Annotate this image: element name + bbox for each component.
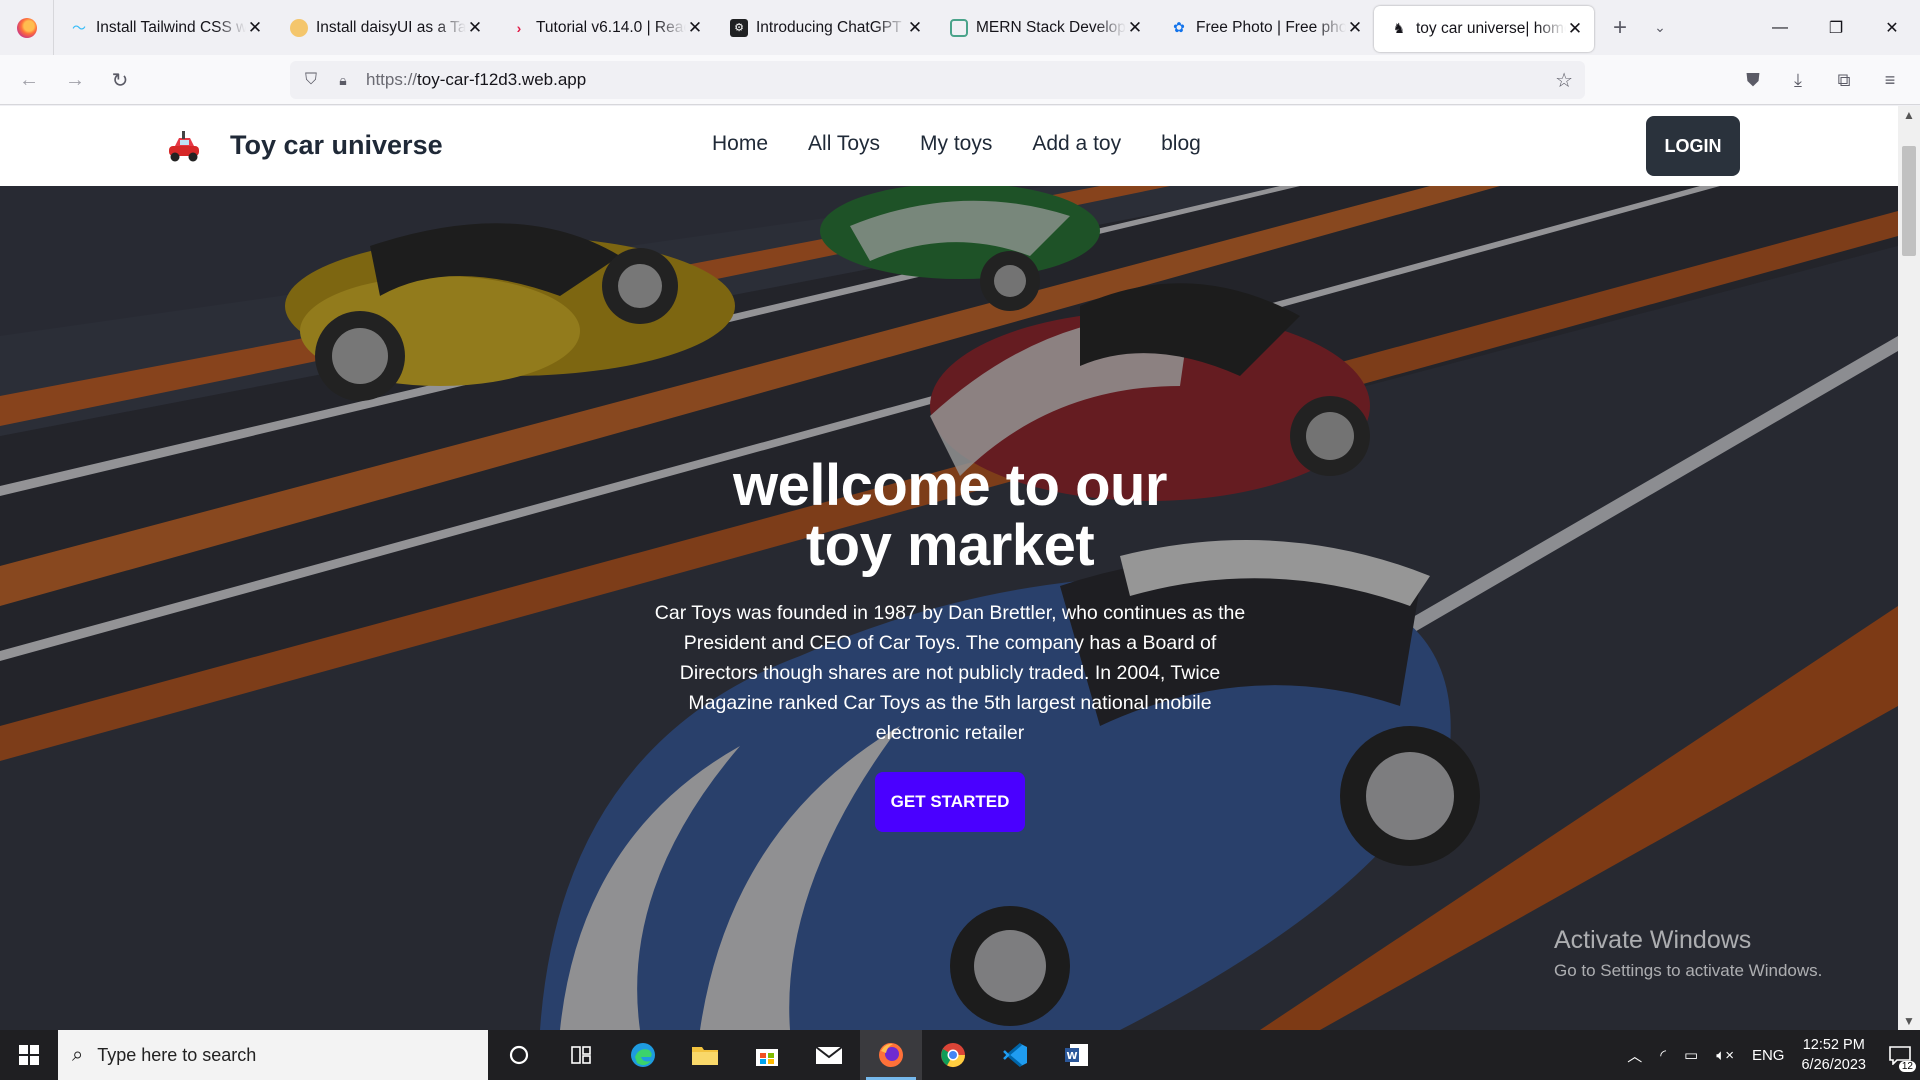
daisyui-icon (290, 18, 308, 37)
show-hidden-icons-icon[interactable]: ︿ (1627, 1045, 1642, 1066)
file-explorer-icon[interactable] (674, 1030, 736, 1080)
close-tab-icon[interactable]: ✕ (1566, 19, 1584, 39)
tailwind-icon: 〜 (72, 19, 86, 36)
get-started-button[interactable]: GET STARTED (875, 772, 1025, 832)
tab-title: Install daisyUI as a Tail (316, 18, 466, 36)
downloads-icon[interactable]: ⤓ (1783, 65, 1813, 95)
tab-tailwind[interactable]: 〜 Install Tailwind CSS wi ✕ (54, 0, 274, 55)
tab-freepik[interactable]: ✿ Free Photo | Free phot ✕ (1154, 0, 1374, 55)
url-text[interactable]: https://toy-car-f12d3.web.app (366, 70, 586, 90)
chrome-icon[interactable] (922, 1030, 984, 1080)
menu-add-a-toy[interactable]: Add a toy (1032, 132, 1121, 156)
tab-mern[interactable]: MERN Stack Develope ✕ (934, 0, 1154, 55)
tracking-protection-icon[interactable]: ⛉ (300, 71, 322, 89)
system-tray: ︿ ◜ ▭ 🔈︎× ENG 12:52 PM 6/26/2023 12 (1618, 1030, 1920, 1080)
volume-muted-icon[interactable]: 🔈︎× (1716, 1047, 1734, 1064)
mail-icon[interactable] (798, 1030, 860, 1080)
tab-react-router[interactable]: › Tutorial v6.14.0 | React ✕ (494, 0, 714, 55)
list-all-tabs-icon[interactable]: ⌄ (1640, 19, 1680, 36)
notifications-icon[interactable]: 12 (1880, 1030, 1920, 1080)
window-controls: — ❐ ✕ (1752, 0, 1920, 55)
freepik-icon: ✿ (1173, 19, 1185, 35)
language-indicator[interactable]: ENG (1752, 1047, 1785, 1064)
store-icon[interactable] (736, 1030, 798, 1080)
tab-toy-car-universe[interactable]: ♞ toy car universe| home ✕ (1374, 5, 1594, 52)
firefox-icon[interactable] (860, 1030, 922, 1080)
menu-all-toys[interactable]: All Toys (808, 132, 880, 156)
tab-title: toy car universe| home (1416, 19, 1566, 37)
menu-my-toys[interactable]: My toys (920, 132, 992, 156)
search-icon: ⌕ (72, 1043, 84, 1066)
web-page: Toy car universe Home All Toys My toys A… (0, 106, 1898, 1030)
notification-count: 12 (1898, 1061, 1916, 1072)
word-icon[interactable]: W (1046, 1030, 1108, 1080)
scroll-thumb[interactable] (1902, 146, 1916, 256)
app-menu-icon[interactable]: ≡ (1875, 65, 1905, 95)
pocket-icon[interactable]: ⛊ (1738, 65, 1768, 95)
site-brand[interactable]: Toy car universe (230, 130, 443, 161)
extensions-icon[interactable]: ⧉ (1829, 65, 1859, 95)
tab-daisyui[interactable]: Install daisyUI as a Tail ✕ (274, 0, 494, 55)
login-button[interactable]: LOGIN (1646, 116, 1740, 176)
main-menu: Home All Toys My toys Add a toy blog (712, 132, 1201, 156)
toy-car-icon: ♞ (1392, 20, 1406, 36)
windows-start-icon[interactable] (0, 1030, 58, 1080)
taskbar-search-box[interactable]: ⌕ Type here to search (58, 1030, 488, 1080)
scroll-up-icon[interactable]: ▲ (1898, 108, 1920, 122)
restore-icon[interactable]: ❐ (1808, 0, 1864, 55)
close-window-icon[interactable]: ✕ (1864, 0, 1920, 55)
address-bar[interactable]: ⛉ 🔒︎ https://toy-car-f12d3.web.app ☆ (290, 61, 1585, 99)
lock-icon[interactable]: 🔒︎ (334, 72, 352, 89)
tab-title: Introducing ChatGPT (756, 18, 902, 36)
back-icon[interactable]: ← (14, 65, 44, 95)
browser-tab-bar: 〜 Install Tailwind CSS wi ✕ Install dais… (0, 0, 1920, 55)
page-scrollbar[interactable]: ▲ ▼ (1898, 106, 1920, 1030)
mern-icon (950, 18, 968, 37)
scroll-down-icon[interactable]: ▼ (1898, 1014, 1920, 1028)
cortana-icon[interactable] (488, 1030, 550, 1080)
toy-car-logo-icon[interactable] (163, 126, 205, 168)
close-tab-icon[interactable]: ✕ (906, 18, 924, 38)
hero-banner: wellcome to our toy market Car Toys was … (0, 186, 1898, 1030)
battery-icon[interactable]: ▭ (1684, 1046, 1698, 1064)
browser-toolbar: ← → ↻ ⛉ 🔒︎ https://toy-car-f12d3.web.app… (0, 55, 1920, 105)
activate-windows-watermark: Activate Windows Go to Settings to activ… (1554, 926, 1823, 980)
openai-icon: ⚙ (730, 18, 748, 37)
network-icon[interactable]: ◜ (1660, 1046, 1666, 1064)
close-tab-icon[interactable]: ✕ (246, 18, 264, 38)
new-tab-icon[interactable]: + (1600, 14, 1640, 42)
clock[interactable]: 12:52 PM 6/26/2023 (1801, 1035, 1866, 1075)
hero-title: wellcome to our toy market (732, 453, 1168, 578)
hero-description: Car Toys was founded in 1987 by Dan Bret… (654, 602, 1246, 744)
svg-text:W: W (1066, 1051, 1077, 1062)
close-tab-icon[interactable]: ✕ (1346, 18, 1364, 38)
tab-title: Free Photo | Free phot (1196, 18, 1346, 36)
edge-icon[interactable] (612, 1030, 674, 1080)
firefox-menu-icon[interactable] (0, 0, 54, 55)
menu-blog[interactable]: blog (1161, 132, 1201, 156)
forward-icon[interactable]: → (60, 65, 90, 95)
close-tab-icon[interactable]: ✕ (466, 18, 484, 38)
close-tab-icon[interactable]: ✕ (686, 18, 704, 38)
task-view-icon[interactable] (550, 1030, 612, 1080)
hero-content: wellcome to our toy market Car Toys was … (650, 456, 1250, 832)
menu-home[interactable]: Home (712, 132, 768, 156)
windows-taskbar: ⌕ Type here to search W ︿ ◜ ▭ 🔈︎× ENG 12… (0, 1030, 1920, 1080)
reload-icon[interactable]: ↻ (105, 65, 135, 95)
minimize-icon[interactable]: — (1752, 0, 1808, 55)
bookmark-star-icon[interactable]: ☆ (1555, 68, 1573, 93)
site-header: Toy car universe Home All Toys My toys A… (0, 106, 1898, 186)
tab-title: MERN Stack Develope (976, 18, 1126, 36)
vscode-icon[interactable] (984, 1030, 1046, 1080)
close-tab-icon[interactable]: ✕ (1126, 18, 1144, 38)
react-router-icon: › (516, 19, 522, 36)
tab-chatgpt[interactable]: ⚙ Introducing ChatGPT ✕ (714, 0, 934, 55)
tab-title: Install Tailwind CSS wi (96, 18, 246, 36)
tab-title: Tutorial v6.14.0 | React (536, 18, 686, 36)
